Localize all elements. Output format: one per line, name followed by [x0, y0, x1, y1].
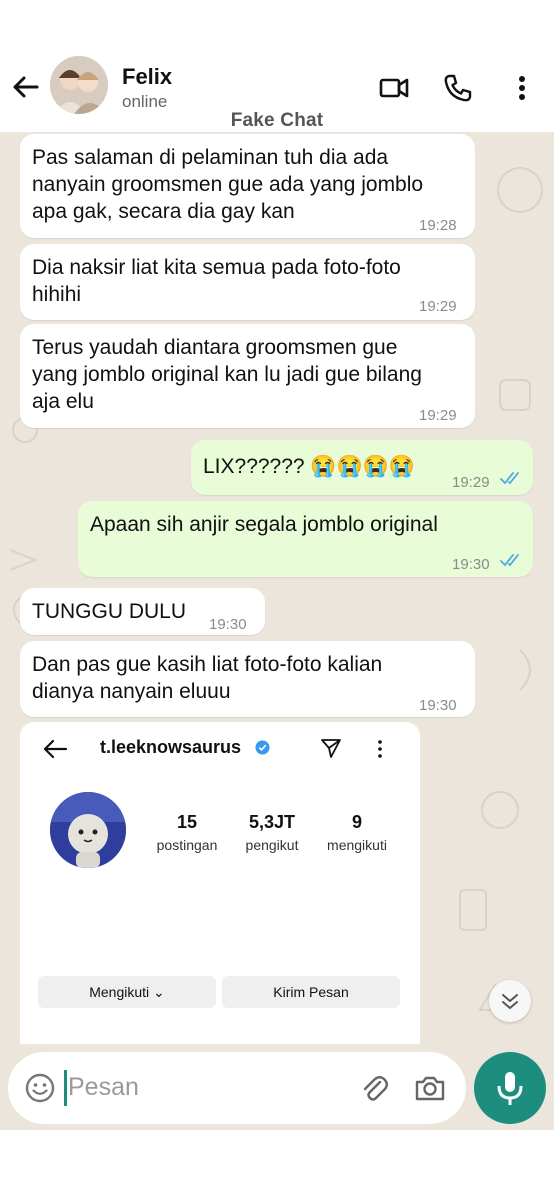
message-time: 19:30: [209, 616, 247, 633]
message-text: Pas salaman di pelaminan tuh dia ada nan…: [32, 146, 424, 223]
message-text: Dia naksir liat kita semua pada foto-fot…: [32, 256, 401, 306]
text-cursor: [64, 1070, 67, 1106]
voice-message-button[interactable]: [474, 1052, 546, 1124]
camera-icon[interactable]: [414, 1072, 446, 1104]
phone-icon[interactable]: [442, 72, 474, 104]
message-incoming[interactable]: Dan pas gue kasih liat foto-foto kalian …: [20, 641, 475, 717]
scroll-to-bottom-button[interactable]: [489, 980, 531, 1022]
more-vertical-icon[interactable]: [506, 72, 538, 104]
ig-message-button: Kirim Pesan: [222, 976, 400, 1008]
message-text: TUNGGU DULU: [32, 600, 187, 623]
message-outgoing[interactable]: Apaan sih anjir segala jomblo original 1…: [78, 501, 533, 577]
message-time: 19:30: [419, 697, 457, 714]
message-text: LIX?????? 😭😭😭😭: [203, 455, 416, 478]
message-time: 19:29: [419, 407, 457, 424]
double-chevron-down-icon: [502, 994, 518, 1009]
message-time: 19:28: [419, 217, 457, 234]
video-call-icon[interactable]: [378, 72, 410, 104]
ig-back-arrow-icon: [43, 739, 68, 759]
fake-chat-label: Fake Chat: [230, 110, 324, 131]
ig-more-icon: [378, 740, 382, 758]
contact-status: online: [122, 92, 168, 111]
direct-message-icon: [321, 739, 341, 758]
emoji-icon[interactable]: [24, 1072, 56, 1104]
message-text: Dan pas gue kasih liat foto-foto kalian …: [32, 653, 383, 703]
contact-avatar[interactable]: [50, 56, 108, 114]
message-time: 19:30: [452, 556, 490, 573]
message-text: Terus yaudah diantara groomsmen gue yang…: [32, 336, 422, 413]
ig-stat-followers: 5,3JT pengikut: [245, 812, 299, 853]
chat-header: Felix online Fake Chat: [0, 0, 554, 132]
ig-stat-following: 9 mengikuti: [327, 812, 387, 853]
message-incoming[interactable]: Pas salaman di pelaminan tuh dia ada nan…: [20, 134, 475, 238]
contact-name[interactable]: Felix: [122, 64, 172, 90]
back-arrow-icon[interactable]: [10, 72, 40, 102]
message-incoming[interactable]: Dia naksir liat kita semua pada foto-fot…: [20, 244, 475, 320]
attachment-icon[interactable]: [358, 1072, 390, 1104]
ig-following-button: Mengikuti ⌄: [38, 976, 216, 1008]
message-incoming[interactable]: TUNGGU DULU 19:30: [20, 588, 265, 635]
verified-badge-icon: [255, 740, 270, 755]
message-text: Apaan sih anjir segala jomblo original: [90, 513, 438, 536]
ig-stat-posts: 15 postingan: [156, 812, 218, 853]
message-incoming[interactable]: Terus yaudah diantara groomsmen gue yang…: [20, 324, 475, 428]
ig-profile-avatar: [50, 792, 126, 868]
message-time: 19:29: [419, 298, 457, 315]
microphone-icon: [497, 1072, 523, 1105]
instagram-profile-image[interactable]: t.leeknowsaurus 15 postingan 5,3JT pengi…: [20, 722, 420, 1044]
ig-username: t.leeknowsaurus: [100, 737, 242, 757]
message-composer: Pesan: [8, 1052, 466, 1124]
message-input[interactable]: Pesan: [68, 1073, 139, 1102]
message-time: 19:29: [452, 474, 490, 491]
message-outgoing[interactable]: LIX?????? 😭😭😭😭 19:29: [191, 440, 533, 495]
read-receipt-icon: [500, 472, 519, 485]
read-receipt-icon: [500, 554, 519, 567]
